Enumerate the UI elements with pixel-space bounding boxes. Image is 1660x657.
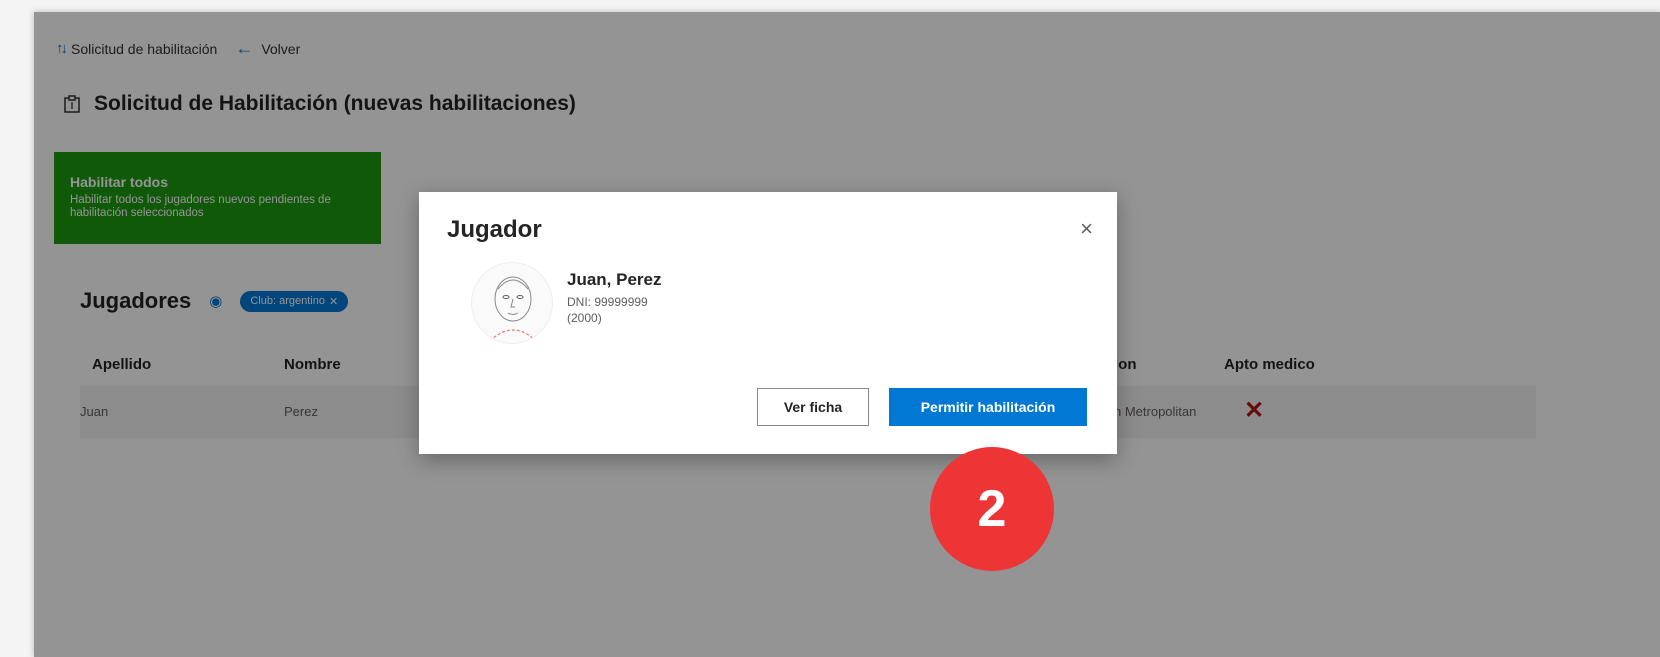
avatar [471, 262, 553, 344]
player-photo-sketch [489, 276, 537, 342]
player-dni: DNI: 99999999 [567, 295, 648, 309]
step-badge: 2 [930, 447, 1054, 571]
player-info: Juan, Perez DNI: 99999999 (2000) [567, 270, 662, 326]
dialog-title: Jugador [447, 216, 542, 243]
player-year: (2000) [567, 311, 602, 325]
close-icon[interactable]: × [1080, 216, 1093, 242]
view-profile-button[interactable]: Ver ficha [757, 388, 869, 426]
player-name: Juan, Perez [567, 270, 662, 289]
player-dialog: Jugador × Juan, Perez DNI: 99999999 (200… [419, 192, 1117, 454]
allow-enable-button[interactable]: Permitir habilitación [889, 388, 1087, 426]
